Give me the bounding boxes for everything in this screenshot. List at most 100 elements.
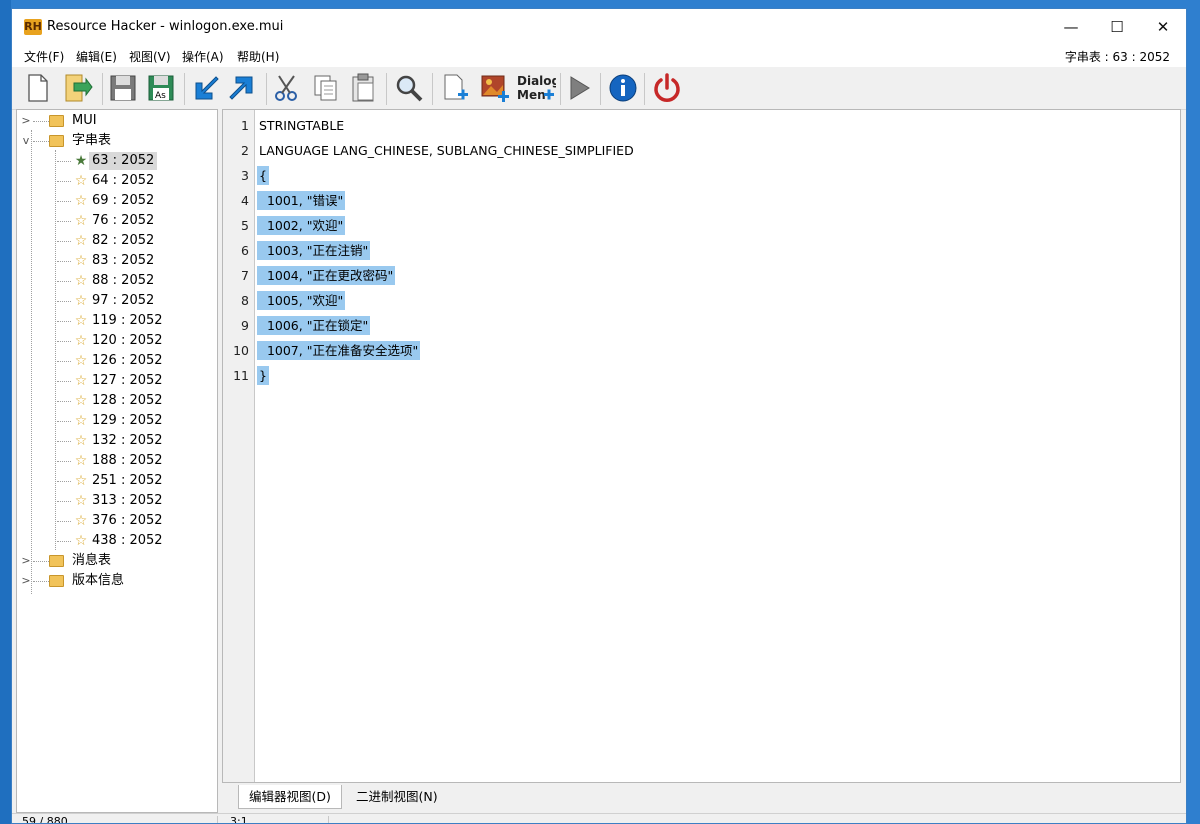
tree-node-messagetable[interactable]: > 消息表 <box>21 551 211 571</box>
star-icon: ☆ <box>74 453 88 469</box>
title-bar[interactable]: RH Resource Hacker - winlogon.exe.mui — … <box>12 9 1186 45</box>
copy-icon[interactable] <box>308 71 342 105</box>
chevron-right-icon[interactable]: > <box>21 571 31 591</box>
new-file-icon[interactable] <box>20 71 54 105</box>
star-icon: ☆ <box>74 493 88 509</box>
toolbar-separator <box>184 73 185 105</box>
tree-guide <box>33 121 49 122</box>
tree-leaf[interactable]: ☆ 76 : 2052 <box>21 211 211 231</box>
tree-node-versioninfo[interactable]: > 版本信息 <box>21 571 211 591</box>
chevron-down-icon[interactable]: v <box>21 131 31 151</box>
tree-leaf-label: 63 : 2052 <box>89 152 158 170</box>
dialog-menu-label-top: Dialog <box>517 74 556 88</box>
tree-guide <box>57 241 71 242</box>
open-file-icon[interactable] <box>60 71 94 105</box>
tree-leaf[interactable]: ☆ 120 : 2052 <box>21 331 211 351</box>
tree-leaf[interactable]: ☆ 128 : 2052 <box>21 391 211 411</box>
tree-node-stringtable[interactable]: v 字串表 <box>21 131 211 151</box>
tree-node-mui[interactable]: > MUI <box>21 111 211 131</box>
save-icon[interactable] <box>106 71 140 105</box>
star-icon: ☆ <box>74 313 88 329</box>
maximize-button[interactable]: ☐ <box>1094 9 1140 45</box>
minimize-button[interactable]: — <box>1048 9 1094 45</box>
star-icon: ☆ <box>74 233 88 249</box>
run-script-icon[interactable] <box>562 71 596 105</box>
code-editor[interactable]: 1 STRINGTABLE 2 LANGUAGE LANG_CHINESE, SUBL… <box>222 109 1181 783</box>
tree-guide <box>57 401 71 402</box>
tree-leaf[interactable]: ☆ 119 : 2052 <box>21 311 211 331</box>
add-image-icon[interactable] <box>478 71 512 105</box>
menu-file[interactable]: 文件(F) <box>24 48 64 65</box>
tree-leaf[interactable]: ☆ 376 : 2052 <box>21 511 211 531</box>
menu-help[interactable]: 帮助(H) <box>237 48 279 65</box>
tree-guide <box>57 481 71 482</box>
close-button[interactable]: ✕ <box>1140 9 1186 45</box>
menu-action[interactable]: 操作(A) <box>182 48 224 65</box>
export-arrow-icon[interactable] <box>226 71 260 105</box>
code-line[interactable]: 1001, "错误" <box>257 191 346 210</box>
tree-guide <box>57 361 71 362</box>
code-line[interactable]: 1007, "正在准备安全选项" <box>257 341 421 360</box>
toolbar-separator <box>644 73 645 105</box>
tree-leaf[interactable]: ☆ 126 : 2052 <box>21 351 211 371</box>
power-icon[interactable] <box>650 71 684 105</box>
tree-guide <box>57 161 71 162</box>
code-line[interactable]: 1003, "正在注销" <box>257 241 371 260</box>
tree-leaf-label: 83 : 2052 <box>92 253 155 268</box>
add-resource-icon[interactable] <box>438 71 472 105</box>
tree-leaf-label: 126 : 2052 <box>92 353 163 368</box>
tree-guide <box>33 561 49 562</box>
toolbar-separator <box>432 73 433 105</box>
tree-leaf[interactable]: ★ 63 : 2052 <box>21 151 211 171</box>
code-line[interactable]: 1006, "正在锁定" <box>257 316 371 335</box>
tree-leaf[interactable]: ☆ 82 : 2052 <box>21 231 211 251</box>
tree-leaf-label: 82 : 2052 <box>92 233 155 248</box>
code-line[interactable]: STRINGTABLE <box>257 116 346 135</box>
menu-edit[interactable]: 编辑(E) <box>76 48 117 65</box>
tree-leaf-label: 69 : 2052 <box>92 193 155 208</box>
tree-leaf-label: 76 : 2052 <box>92 213 155 228</box>
search-icon[interactable] <box>392 71 426 105</box>
code-line[interactable]: 1002, "欢迎" <box>257 216 346 235</box>
tab-binary-view[interactable]: 二进制视图(N) <box>346 785 448 809</box>
tree-leaf[interactable]: ☆ 132 : 2052 <box>21 431 211 451</box>
tree-leaf[interactable]: ☆ 188 : 2052 <box>21 451 211 471</box>
info-icon[interactable] <box>606 71 640 105</box>
dialog-menu-icon[interactable]: Dialog Men <box>516 71 560 105</box>
tree-leaf[interactable]: ☆ 69 : 2052 <box>21 191 211 211</box>
tree-leaf[interactable]: ☆ 313 : 2052 <box>21 491 211 511</box>
tree-leaf-label: 128 : 2052 <box>92 393 163 408</box>
tree-leaf-label: 132 : 2052 <box>92 433 163 448</box>
cut-icon[interactable] <box>270 71 304 105</box>
tree-leaf[interactable]: ☆ 88 : 2052 <box>21 271 211 291</box>
chevron-right-icon[interactable]: > <box>21 551 31 571</box>
tree-leaf-label: 119 : 2052 <box>92 313 163 328</box>
tree-leaf[interactable]: ☆ 83 : 2052 <box>21 251 211 271</box>
save-as-icon[interactable]: As <box>144 71 178 105</box>
menu-view[interactable]: 视图(V) <box>129 48 171 65</box>
tree-guide <box>57 261 71 262</box>
tree-leaf[interactable]: ☆ 97 : 2052 <box>21 291 211 311</box>
tree-leaf[interactable]: ☆ 127 : 2052 <box>21 371 211 391</box>
status-bar: 59 / 880 3:1 <box>12 813 1186 823</box>
code-line[interactable]: { <box>257 166 269 185</box>
line-number: 9 <box>241 318 249 333</box>
import-arrow-icon[interactable] <box>188 71 222 105</box>
tree-guide <box>57 281 71 282</box>
tree-leaf[interactable]: ☆ 64 : 2052 <box>21 171 211 191</box>
code-line[interactable]: 1004, "正在更改密码" <box>257 266 396 285</box>
tab-editor-view[interactable]: 编辑器视图(D) <box>238 785 342 809</box>
code-line[interactable]: } <box>257 366 269 385</box>
paste-icon[interactable] <box>346 71 380 105</box>
folder-open-icon <box>49 135 64 147</box>
line-number: 10 <box>233 343 249 358</box>
tree-leaf-label: 120 : 2052 <box>92 333 163 348</box>
tree-leaf[interactable]: ☆ 251 : 2052 <box>21 471 211 491</box>
tree-leaf[interactable]: ☆ 129 : 2052 <box>21 411 211 431</box>
tree-guide <box>57 221 71 222</box>
code-line[interactable]: LANGUAGE LANG_CHINESE, SUBLANG_CHINESE_S… <box>257 141 636 160</box>
chevron-right-icon[interactable]: > <box>21 111 31 131</box>
code-line[interactable]: 1005, "欢迎" <box>257 291 346 310</box>
tree-leaf[interactable]: ☆ 438 : 2052 <box>21 531 211 551</box>
star-icon: ☆ <box>74 253 88 269</box>
